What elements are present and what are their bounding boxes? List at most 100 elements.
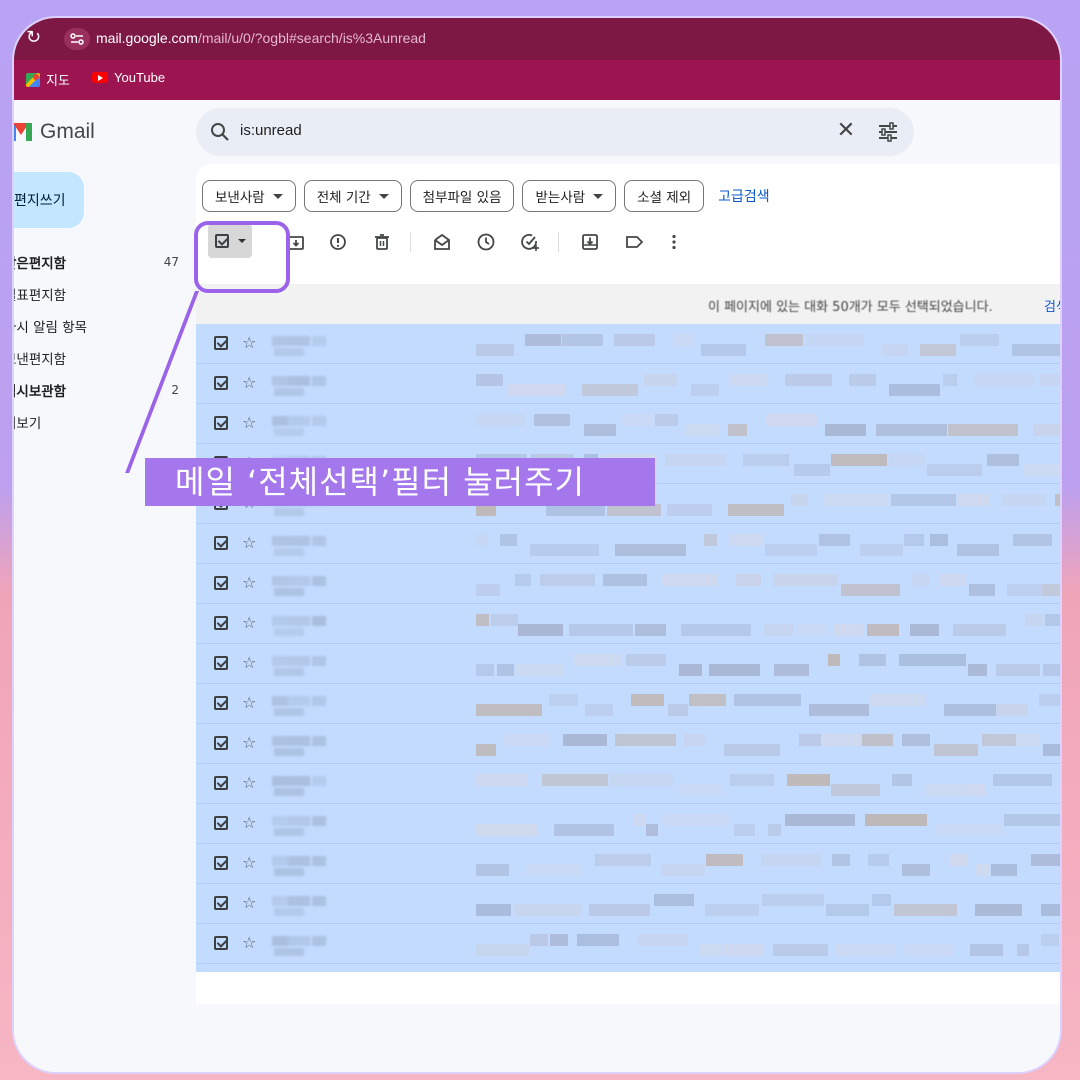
redacted-subject xyxy=(476,970,1060,972)
redacted-subject xyxy=(476,850,1060,878)
star-icon[interactable]: ☆ xyxy=(242,934,256,952)
mail-row[interactable]: ☆ xyxy=(196,684,1060,724)
redacted-sender xyxy=(272,892,352,916)
label-icon[interactable] xyxy=(624,232,644,252)
mail-row[interactable]: ☆ xyxy=(196,324,1060,364)
row-checkbox-checked-icon[interactable] xyxy=(214,736,228,750)
chevron-down-icon xyxy=(272,193,283,199)
sidebar-item-snoozed[interactable]: 다시 알림 항목 xyxy=(14,310,179,342)
star-icon[interactable]: ☆ xyxy=(242,334,256,352)
sidebar-item-sent[interactable]: 보낸편지함 xyxy=(14,342,179,374)
mail-row[interactable]: ☆ xyxy=(196,924,1060,964)
mail-row[interactable]: ☆ xyxy=(196,724,1060,764)
move-to-icon[interactable] xyxy=(580,232,600,252)
youtube-icon xyxy=(92,72,108,83)
nav-count: 2 xyxy=(171,383,179,397)
search-bar[interactable]: is:unread ✕ xyxy=(196,108,914,156)
search-input[interactable]: is:unread xyxy=(240,122,302,139)
sidebar-item-starred[interactable]: 별표편지함 xyxy=(14,278,179,310)
delete-icon[interactable] xyxy=(372,232,392,252)
select-all-highlight xyxy=(194,221,290,293)
redacted-sender xyxy=(272,572,352,596)
row-checkbox-checked-icon[interactable] xyxy=(214,376,228,390)
bookmark-maps[interactable]: 지도 xyxy=(26,70,70,89)
chip-from[interactable]: 보낸사람 xyxy=(202,180,296,212)
row-checkbox-checked-icon[interactable] xyxy=(214,416,228,430)
row-checkbox-checked-icon[interactable] xyxy=(214,656,228,670)
maps-icon xyxy=(26,72,40,87)
mark-read-icon[interactable] xyxy=(432,232,452,252)
callout-label: 메일 ‘전체선택’필터 눌러주기 xyxy=(145,458,655,506)
row-checkbox-checked-icon[interactable] xyxy=(214,856,228,870)
star-icon[interactable]: ☆ xyxy=(242,414,256,432)
more-icon[interactable] xyxy=(664,232,684,252)
site-info-icon[interactable] xyxy=(64,28,90,50)
bookmarks-bar: 지도 YouTube xyxy=(14,60,1060,100)
search-icon[interactable] xyxy=(210,122,230,142)
star-icon[interactable]: ☆ xyxy=(242,814,256,832)
mail-row[interactable]: ☆ xyxy=(196,564,1060,604)
star-icon[interactable]: ☆ xyxy=(242,694,256,712)
chip-has-attachment[interactable]: 첨부파일 있음 xyxy=(409,180,515,212)
mail-row[interactable]: ☆ xyxy=(196,404,1060,444)
row-checkbox-checked-icon[interactable] xyxy=(214,536,228,550)
chip-to[interactable]: 받는사람 xyxy=(522,180,617,212)
row-checkbox-checked-icon[interactable] xyxy=(214,776,228,790)
mail-row[interactable]: ☆ xyxy=(196,884,1060,924)
chip-label: 소셜 제외 xyxy=(637,190,692,206)
mail-row[interactable]: ☆ xyxy=(196,844,1060,884)
star-icon[interactable]: ☆ xyxy=(242,894,256,912)
redacted-subject xyxy=(476,770,1060,798)
gmail-logo[interactable]: Gmail xyxy=(14,120,95,144)
row-checkbox-checked-icon[interactable] xyxy=(214,896,228,910)
clear-search-icon[interactable]: ✕ xyxy=(836,120,856,142)
screenshot-frame: ↻ mail.google.com/mail/u/0/?ogbl#search/… xyxy=(12,16,1062,1074)
row-checkbox-checked-icon[interactable] xyxy=(214,616,228,630)
redacted-subject xyxy=(476,530,1060,558)
row-checkbox-checked-icon[interactable] xyxy=(214,696,228,710)
mail-list-panel: 보낸사람 전체 기간 첨부파일 있음 받는사람 소셜 제외 고급검색 이 페이지… xyxy=(196,164,1060,1004)
advanced-search-link[interactable]: 고급검색 xyxy=(712,186,770,206)
redacted-subject xyxy=(476,370,1060,398)
sidebar-item-inbox[interactable]: 받은편지함 47 xyxy=(14,246,179,278)
mail-row[interactable]: ☆ xyxy=(196,524,1060,564)
sidebar-item-more[interactable]: 더보기 xyxy=(14,406,179,438)
search-options-icon[interactable] xyxy=(878,122,898,142)
gmail-app: Gmail 편지쓰기 받은편지함 47 별표편지함 다시 알림 항목 보낸편지함 … xyxy=(14,100,1060,1072)
star-icon[interactable]: ☆ xyxy=(242,734,256,752)
add-task-icon[interactable] xyxy=(520,232,540,252)
report-spam-icon[interactable] xyxy=(328,232,348,252)
star-icon[interactable]: ☆ xyxy=(242,374,256,392)
mail-row[interactable]: ☆ xyxy=(196,804,1060,844)
star-icon[interactable]: ☆ xyxy=(242,574,256,592)
row-checkbox-checked-icon[interactable] xyxy=(214,336,228,350)
bookmark-youtube[interactable]: YouTube xyxy=(92,70,165,85)
mail-row[interactable]: ☆ xyxy=(196,764,1060,804)
mail-row[interactable]: ☆ xyxy=(196,364,1060,404)
mail-row[interactable]: ☆ xyxy=(196,644,1060,684)
reload-icon[interactable]: ↻ xyxy=(26,29,44,47)
star-icon[interactable]: ☆ xyxy=(242,774,256,792)
row-checkbox-checked-icon[interactable] xyxy=(214,576,228,590)
mail-row[interactable]: ☆ xyxy=(196,964,1060,972)
row-checkbox-checked-icon[interactable] xyxy=(214,816,228,830)
mail-list: ☆☆☆☆☆☆☆☆☆☆☆☆☆☆☆☆☆ xyxy=(196,324,1060,972)
star-icon[interactable]: ☆ xyxy=(242,614,256,632)
row-checkbox-checked-icon[interactable] xyxy=(214,936,228,950)
chip-any-time[interactable]: 전체 기간 xyxy=(303,180,402,212)
address-bar[interactable]: ↻ mail.google.com/mail/u/0/?ogbl#search/… xyxy=(14,18,1060,60)
star-icon[interactable]: ☆ xyxy=(242,854,256,872)
url-text[interactable]: mail.google.com/mail/u/0/?ogbl#search/is… xyxy=(96,30,426,46)
compose-button[interactable]: 편지쓰기 xyxy=(14,172,84,228)
star-icon[interactable]: ☆ xyxy=(242,654,256,672)
search-chips: 보낸사람 전체 기간 첨부파일 있음 받는사람 소셜 제외 고급검색 xyxy=(202,180,770,212)
banner-link[interactable]: 검색 xyxy=(1044,296,1060,315)
bookmark-label: 지도 xyxy=(46,73,70,88)
snooze-icon[interactable] xyxy=(476,232,496,252)
chip-label: 보낸사람 xyxy=(215,190,265,206)
chip-label: 받는사람 xyxy=(535,190,586,206)
chip-exclude-social[interactable]: 소셜 제외 xyxy=(624,180,705,212)
redacted-sender xyxy=(272,772,352,796)
star-icon[interactable]: ☆ xyxy=(242,534,256,552)
mail-row[interactable]: ☆ xyxy=(196,604,1060,644)
